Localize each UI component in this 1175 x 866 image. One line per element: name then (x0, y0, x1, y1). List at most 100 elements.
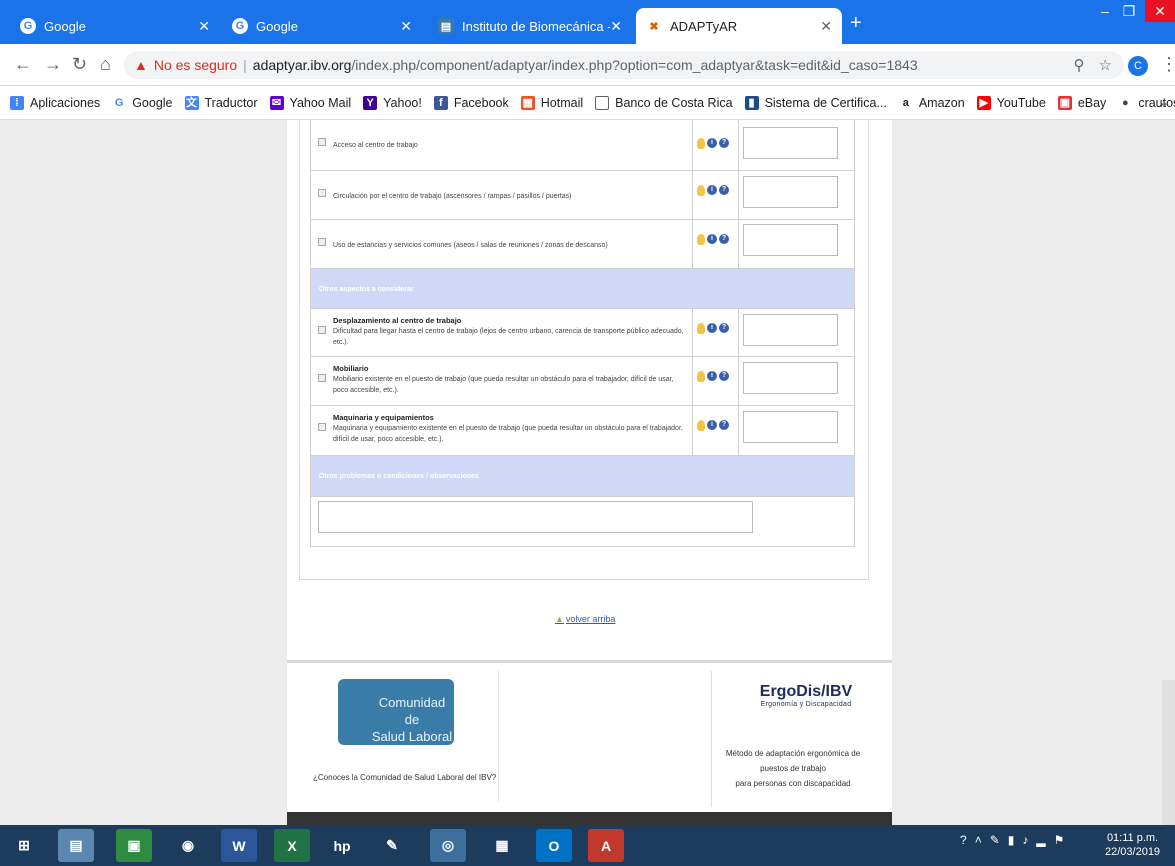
tab-adaptyar[interactable]: ✖ ADAPTyAR ✕ (636, 8, 842, 44)
row-notes-input[interactable] (743, 362, 838, 394)
address-bar[interactable]: ▲ No es seguro | adaptyar.ibv.org /index… (124, 51, 1124, 79)
reload-icon[interactable]: ↻ (72, 54, 87, 75)
help-tray-icon[interactable]: ? (960, 833, 967, 847)
bookmark-yahoo[interactable]: Y Yahoo! (363, 95, 422, 110)
zoom-icon[interactable]: ⚲ (1074, 56, 1085, 74)
windows-start-icon[interactable]: ⊞ (6, 829, 42, 862)
help-icon[interactable]: ? (719, 138, 729, 148)
info-icon[interactable]: i (707, 234, 717, 244)
back-to-top-link[interactable]: ▲ volver arriba (555, 614, 615, 624)
store-icon[interactable]: ▣ (116, 829, 152, 862)
close-icon[interactable]: ✕ (820, 18, 832, 35)
bookmark-youtube[interactable]: ▶ YouTube (976, 95, 1046, 110)
close-icon[interactable]: ✕ (400, 18, 412, 35)
bookmark-facebook[interactable]: f Facebook (433, 95, 509, 110)
bookmark-google[interactable]: G Google (112, 95, 173, 110)
row-title: Mobiliario (333, 364, 369, 373)
comunidad-question[interactable]: ¿Conoces la Comunidad de Salud Laboral d… (313, 773, 496, 782)
row-checkbox[interactable] (318, 423, 326, 431)
scrollbar[interactable] (1162, 680, 1175, 825)
table-row: Acceso al centro de trabajo i ? (310, 120, 855, 171)
flag-icon[interactable]: ⚑ (1054, 833, 1065, 847)
lightbulb-icon[interactable] (697, 323, 705, 334)
close-icon[interactable]: ✕ (198, 18, 210, 35)
row-checkbox[interactable] (318, 374, 326, 382)
row-icons: i ? (697, 420, 729, 431)
row-notes-input[interactable] (743, 127, 838, 159)
bookmark-ebay[interactable]: ▣ eBay (1057, 95, 1106, 110)
divider (738, 309, 739, 356)
ergodis-logo[interactable]: ErgoDis/IBV Ergonomía y Discapacidad (751, 683, 861, 708)
forward-icon[interactable]: → (44, 54, 62, 75)
divider (692, 220, 693, 268)
help-icon[interactable]: ? (719, 234, 729, 244)
bookmark-bcr[interactable]: Banco de Costa Rica (595, 95, 733, 110)
help-icon[interactable]: ? (719, 185, 729, 195)
network-icon[interactable]: ▂ (1036, 833, 1045, 847)
profile-avatar[interactable]: C (1128, 56, 1148, 76)
row-notes-input[interactable] (743, 314, 838, 346)
info-icon[interactable]: i (707, 420, 717, 430)
system-clock[interactable]: 01:11 p.m. 22/03/2019 (1105, 831, 1160, 859)
row-icons: i ? (697, 371, 729, 382)
info-icon[interactable]: i (707, 185, 717, 195)
bookmark-label: Yahoo! (383, 95, 422, 110)
back-icon[interactable]: ← (14, 54, 32, 75)
info-icon[interactable]: i (707, 138, 717, 148)
observations-input[interactable] (318, 501, 753, 533)
paint-icon[interactable]: ✎ (374, 829, 410, 862)
bookmark-label: Google (132, 95, 173, 110)
bookmark-apps[interactable]: ⁞ Aplicaciones (10, 95, 100, 110)
hp-icon[interactable]: hp (324, 829, 360, 862)
bookmark-traductor[interactable]: 文 Traductor (184, 95, 258, 110)
security-status[interactable]: No es seguro (154, 57, 237, 73)
chevron-up-icon[interactable]: ˄ (975, 833, 982, 847)
acrobat-icon[interactable]: A (588, 829, 624, 862)
bookmark-certifica[interactable]: ▮ Sistema de Certifica... (744, 95, 887, 110)
row-notes-input[interactable] (743, 224, 838, 256)
help-icon[interactable]: ? (719, 371, 729, 381)
maximize-icon[interactable]: ❐ (1114, 0, 1144, 22)
bookmark-amazon[interactable]: a Amazon (899, 96, 965, 110)
help-icon[interactable]: ? (719, 323, 729, 333)
window-close-icon[interactable]: ✕ (1145, 0, 1175, 22)
lightbulb-icon[interactable] (697, 138, 705, 149)
outlook-icon[interactable]: O (536, 829, 572, 862)
new-tab-icon[interactable]: + (850, 12, 862, 35)
tab-ibv[interactable]: ▤ Instituto de Biomecánica - ¿Qué ✕ (428, 8, 632, 44)
row-notes-input[interactable] (743, 411, 838, 443)
pen-icon[interactable]: ✎ (990, 833, 1000, 847)
info-icon[interactable]: i (707, 323, 717, 333)
lightbulb-icon[interactable] (697, 185, 705, 196)
bookmark-yahoo-mail[interactable]: ✉ Yahoo Mail (269, 95, 351, 110)
info-icon[interactable]: i (707, 371, 717, 381)
webcam-icon[interactable]: ◉ (170, 829, 206, 862)
excel-icon[interactable]: X (274, 829, 310, 862)
lightbulb-icon[interactable] (697, 420, 705, 431)
comunidad-salud-laboral-logo[interactable]: Comunidad de Salud Laboral (338, 679, 454, 745)
bookmark-hotmail[interactable]: ▦ Hotmail (520, 95, 583, 110)
home-icon[interactable]: ⌂ (100, 54, 111, 75)
youtube-icon: ▶ (976, 95, 991, 110)
row-notes-input[interactable] (743, 176, 838, 208)
lightbulb-icon[interactable] (697, 234, 705, 245)
menu-icon[interactable]: ⋮ (1160, 54, 1175, 75)
volume-icon[interactable]: ♪ (1022, 833, 1028, 847)
row-checkbox[interactable] (318, 189, 326, 197)
file-explorer-icon[interactable]: ▤ (58, 829, 94, 862)
row-checkbox[interactable] (318, 326, 326, 334)
chrome-icon[interactable]: ◎ (430, 829, 466, 862)
help-icon[interactable]: ? (719, 420, 729, 430)
tab-google-1[interactable]: G Google ✕ (10, 8, 220, 44)
calculator-icon[interactable]: ▦ (484, 829, 520, 862)
tab-google-2[interactable]: G Google ✕ (222, 8, 422, 44)
battery-icon[interactable]: ▮ (1008, 833, 1015, 847)
word-icon[interactable]: W (221, 829, 257, 862)
row-checkbox[interactable] (318, 238, 326, 246)
more-bookmarks-icon[interactable]: » (1159, 95, 1167, 111)
windows-taskbar: ⊞ ▤ ▣ ◉ W X hp ✎ ◎ ▦ O A ? ˄ ✎ ▮ ♪ ▂ ⚑ 0… (0, 825, 1175, 866)
lightbulb-icon[interactable] (697, 371, 705, 382)
row-checkbox[interactable] (318, 138, 326, 146)
close-icon[interactable]: ✕ (610, 18, 622, 35)
star-icon[interactable]: ☆ (1099, 56, 1112, 74)
